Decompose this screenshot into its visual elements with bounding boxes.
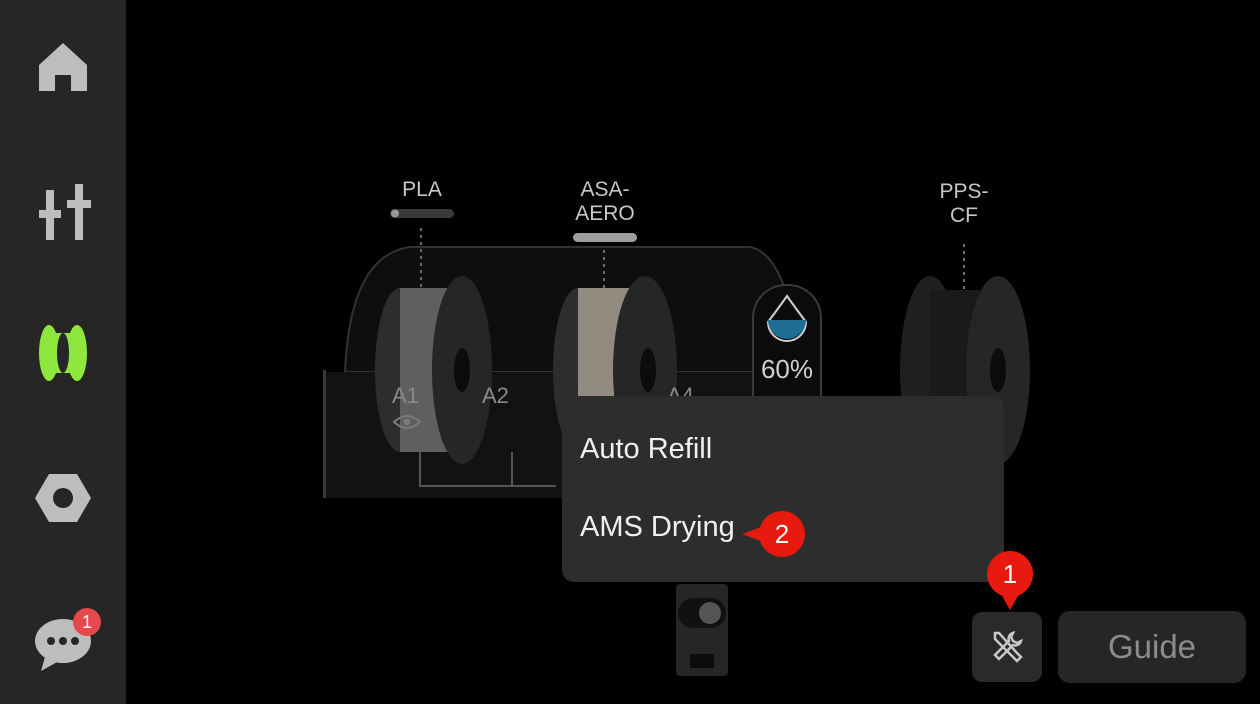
slot-a1-material: PLA — [402, 178, 442, 201]
spool-a1[interactable] — [375, 276, 492, 464]
callout-marker-1: 1 — [987, 551, 1033, 597]
slot-label-a1: A1 — [392, 383, 419, 408]
ams-unit — [323, 209, 1030, 676]
guide-button[interactable]: Guide — [1058, 611, 1246, 683]
wrench-screwdriver-icon — [993, 631, 1023, 663]
external-material: PPS- CF — [939, 180, 989, 227]
asa-indicator — [573, 233, 637, 242]
slot-label-a2: A2 — [482, 383, 509, 408]
toolhead — [676, 584, 728, 676]
tools-button[interactable] — [972, 612, 1042, 682]
slot-a3-material: ASA- AERO — [575, 178, 635, 225]
menu-ams-drying[interactable]: AMS Drying — [580, 511, 735, 544]
water-drop-icon — [766, 294, 808, 342]
humidity-value: 60% — [760, 354, 814, 384]
menu-auto-refill[interactable]: Auto Refill — [580, 433, 712, 466]
pla-indicator — [390, 209, 454, 218]
callout-marker-2: 2 — [759, 511, 805, 557]
humidity-indicator[interactable]: 60% — [752, 284, 822, 398]
